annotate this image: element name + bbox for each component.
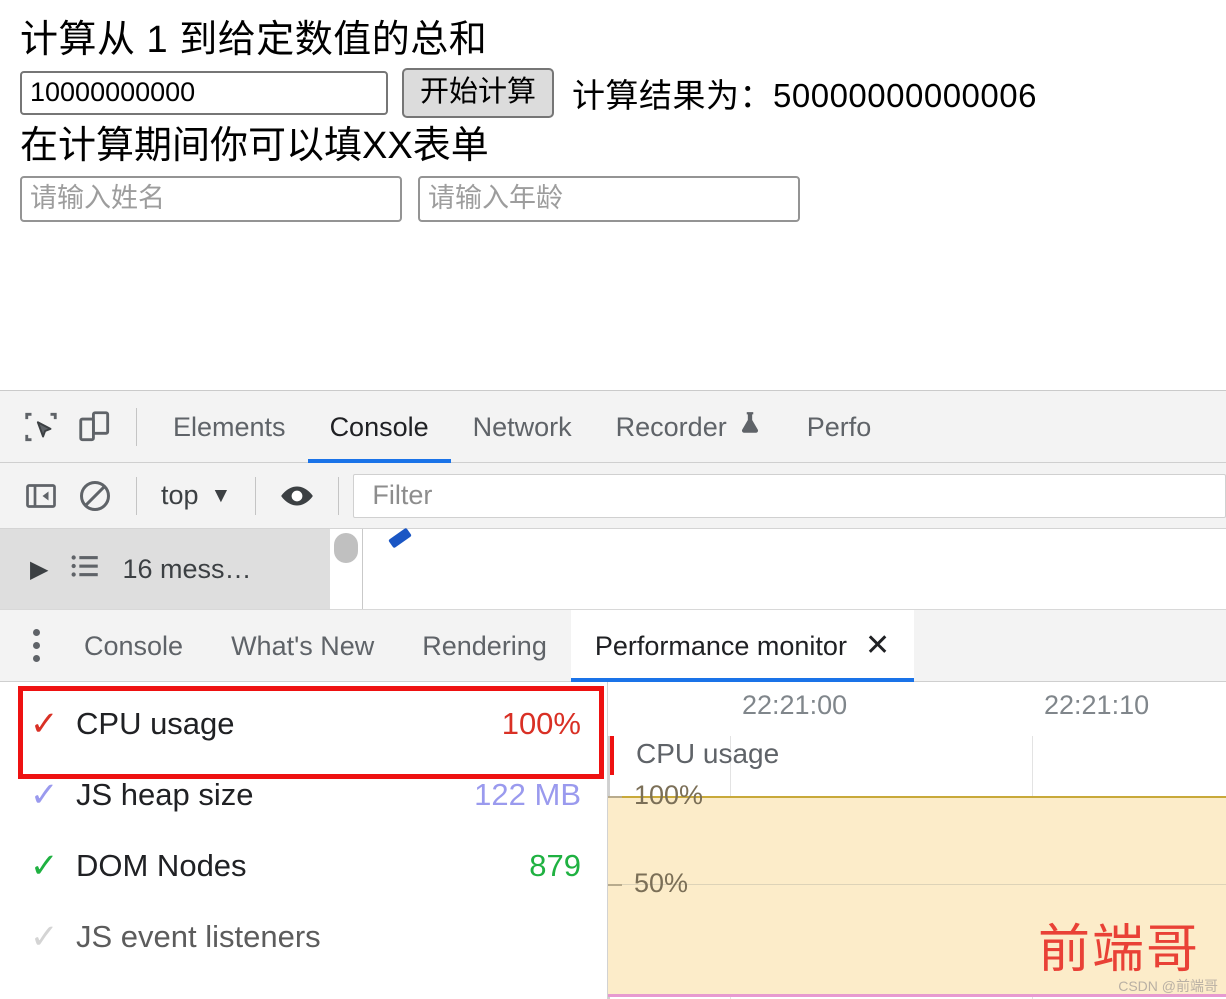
- console-toolbar: top ▼ Filter: [0, 463, 1226, 529]
- live-expression-icon[interactable]: [270, 469, 324, 523]
- name-input[interactable]: [20, 175, 402, 222]
- checkmark-icon[interactable]: ✓: [30, 920, 76, 954]
- chart-line-secondary: [608, 994, 1226, 997]
- device-toolbar-icon[interactable]: [68, 400, 122, 454]
- console-message-summary[interactable]: ▶ 16 mess…: [0, 529, 330, 609]
- execution-context-label: top: [161, 480, 199, 510]
- metric-value-dom-nodes: 879: [529, 847, 581, 883]
- tab-elements[interactable]: Elements: [151, 391, 308, 463]
- tab-recorder[interactable]: Recorder: [594, 391, 785, 463]
- metric-label-dom-nodes: DOM Nodes: [76, 847, 247, 883]
- chart-area-cpu-usage: [608, 796, 1226, 996]
- metric-label-js-heap-size: JS heap size: [76, 776, 254, 812]
- performance-monitor-body: ✓ CPU usage 100% ✓ JS heap size 122 MB ✓…: [0, 682, 1226, 999]
- metric-label-cpu-usage: CPU usage: [76, 705, 235, 741]
- tab-network-label: Network: [472, 411, 572, 442]
- checkmark-icon[interactable]: ✓: [30, 778, 76, 812]
- chart-time-label: 22:21:10: [1044, 690, 1150, 720]
- tab-performance[interactable]: Perfo: [785, 391, 894, 463]
- chart-time-axis: 22:21:00 22:21:10: [608, 682, 1226, 736]
- drawer-tab-whats-new[interactable]: What's New: [207, 610, 398, 682]
- scrollbar-thumb[interactable]: [334, 533, 358, 563]
- metric-row-cpu-usage[interactable]: ✓ CPU usage 100%: [0, 688, 607, 759]
- tab-elements-label: Elements: [173, 411, 286, 442]
- console-prompt-icon: [388, 527, 412, 549]
- devtools-panel: Elements Console Network Recorder Perfo: [0, 390, 1226, 999]
- chart-gridline-50: [608, 884, 1226, 885]
- execution-context-selector[interactable]: top ▼: [151, 480, 241, 511]
- drawer-tab-rendering-label: Rendering: [422, 630, 547, 661]
- drawer-tabbar: Console What's New Rendering Performance…: [0, 609, 1226, 682]
- metric-row-js-heap-size[interactable]: ✓ JS heap size 122 MB: [0, 759, 607, 830]
- show-console-sidebar-icon[interactable]: [14, 469, 68, 523]
- checkmark-icon[interactable]: ✓: [30, 849, 76, 883]
- console-messages-area: ▶ 16 mess…: [0, 527, 1226, 610]
- clear-console-icon[interactable]: [68, 469, 122, 523]
- form-title: 在计算期间你可以填XX表单: [20, 124, 489, 167]
- chart-ytick-50: 50%: [634, 868, 689, 898]
- metric-row-js-event-listeners[interactable]: ✓ JS event listeners: [0, 901, 607, 972]
- start-calculation-button[interactable]: 开始计算: [402, 67, 555, 118]
- close-icon[interactable]: ✕: [865, 630, 890, 661]
- toolbar-divider-3: [255, 476, 257, 515]
- chevron-down-icon: ▼: [210, 483, 232, 507]
- web-page-content: 计算从 1 到给定数值的总和 开始计算 计算结果为：50000000000006…: [0, 0, 1226, 390]
- page-title: 计算从 1 到给定数值的总和: [20, 19, 488, 61]
- tab-recorder-label: Recorder: [615, 411, 727, 442]
- drawer-tab-rendering[interactable]: Rendering: [398, 610, 571, 682]
- chart-ytick-100: 100%: [634, 780, 704, 810]
- performance-chart: 22:21:00 22:21:10 CPU usage 100% 50% 前端哥…: [608, 682, 1226, 999]
- toolbar-divider-4: [338, 476, 340, 515]
- flask-icon: [737, 391, 763, 463]
- performance-metrics-list: ✓ CPU usage 100% ✓ JS heap size 122 MB ✓…: [0, 682, 608, 999]
- console-scrollbar[interactable]: [330, 529, 363, 609]
- calculation-result: 计算结果为：50000000000006: [572, 76, 1037, 114]
- metric-value-cpu-usage: 100%: [501, 705, 581, 741]
- metric-row-dom-nodes[interactable]: ✓ DOM Nodes 879: [0, 830, 607, 901]
- expand-caret-icon: ▶: [30, 555, 49, 583]
- form-row: [0, 168, 1226, 222]
- devtools-tabbar: Elements Console Network Recorder Perfo: [0, 391, 1226, 463]
- metric-label-js-event-listeners: JS event listeners: [76, 918, 321, 954]
- filter-input[interactable]: Filter: [353, 473, 1226, 518]
- chart-ytick-dash: [608, 796, 622, 798]
- chart-ytick-dash: [608, 884, 622, 886]
- toolbar-divider: [136, 407, 137, 446]
- tab-console[interactable]: Console: [307, 391, 451, 463]
- drawer-tab-whats-new-label: What's New: [231, 630, 375, 661]
- tab-network[interactable]: Network: [451, 391, 594, 463]
- drawer-tab-console-label: Console: [84, 630, 184, 661]
- tab-performance-label: Perfo: [806, 411, 872, 442]
- drawer-tab-performance-monitor[interactable]: Performance monitor ✕: [570, 609, 915, 682]
- tab-console-label: Console: [329, 411, 429, 442]
- inspect-element-icon[interactable]: [14, 400, 68, 454]
- more-options-icon[interactable]: [12, 618, 60, 674]
- console-message-list: [363, 527, 1226, 609]
- calculator-row: 开始计算 计算结果为：50000000000006: [0, 62, 1226, 118]
- message-count-label: 16 mess…: [122, 553, 252, 584]
- list-icon: [68, 549, 102, 590]
- chart-plot-area: 100% 50%: [608, 736, 1226, 999]
- metric-value-js-heap-size: 122 MB: [474, 776, 581, 812]
- age-input[interactable]: [418, 175, 800, 222]
- number-input[interactable]: [20, 70, 388, 115]
- drawer-tab-console[interactable]: Console: [60, 610, 207, 682]
- chart-time-label: 22:21:00: [742, 690, 848, 720]
- drawer-tab-performance-monitor-label: Performance monitor: [594, 630, 847, 661]
- toolbar-divider-2: [136, 476, 137, 515]
- checkmark-icon[interactable]: ✓: [30, 707, 76, 741]
